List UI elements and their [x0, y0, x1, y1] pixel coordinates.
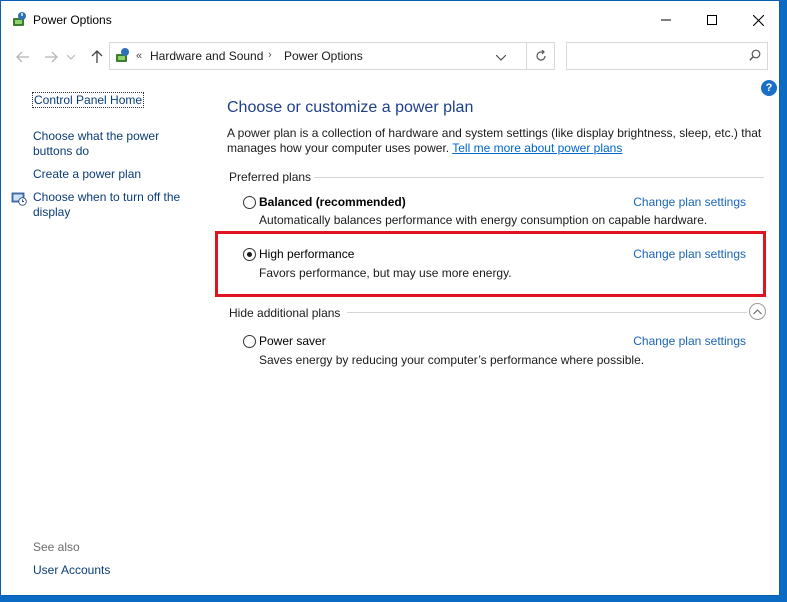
minimize-button[interactable] — [643, 1, 689, 39]
control-panel-icon — [114, 47, 132, 65]
maximize-button[interactable] — [689, 1, 735, 39]
refresh-button[interactable] — [526, 43, 555, 69]
user-accounts-link[interactable]: User Accounts — [33, 563, 110, 577]
navigation-bar: « Hardware and Sound › Power Options — [1, 39, 779, 73]
collapse-plans-button[interactable] — [749, 303, 766, 320]
high-performance-plan-name[interactable]: High performance — [259, 247, 354, 261]
up-arrow-icon — [91, 50, 103, 63]
high-performance-radio[interactable] — [243, 248, 256, 261]
recent-locations-button[interactable] — [65, 47, 77, 67]
choose-power-buttons-link[interactable]: Choose what the power buttons do — [33, 129, 193, 159]
address-dropdown-button[interactable] — [495, 50, 510, 64]
power-saver-radio[interactable] — [243, 335, 256, 348]
additional-plans-divider — [347, 312, 747, 313]
address-bar[interactable]: « Hardware and Sound › Power Options — [109, 42, 555, 70]
breadcrumb-hardware-and-sound[interactable]: Hardware and Sound — [150, 49, 263, 63]
forward-button[interactable] — [41, 47, 61, 67]
high-performance-highlight-box — [215, 231, 766, 297]
chevron-up-icon — [753, 308, 762, 314]
create-power-plan-link[interactable]: Create a power plan — [33, 167, 193, 182]
back-button[interactable] — [13, 47, 33, 67]
help-icon[interactable]: ? — [761, 80, 777, 96]
display-off-icon — [11, 190, 27, 206]
power-saver-change-settings-link[interactable]: Change plan settings — [633, 334, 746, 348]
chevron-down-icon — [67, 54, 75, 60]
high-performance-plan-description: Favors performance, but may use more ene… — [259, 266, 512, 280]
tell-me-more-link[interactable]: Tell me more about power plans — [452, 141, 622, 155]
page-description: A power plan is a collection of hardware… — [227, 126, 767, 156]
breadcrumb-separator[interactable]: › — [268, 49, 272, 61]
search-input[interactable] — [566, 42, 768, 70]
back-arrow-icon — [16, 51, 29, 63]
forward-arrow-icon — [45, 51, 58, 63]
page-title: Choose or customize a power plan — [227, 99, 474, 116]
close-button[interactable] — [735, 1, 779, 39]
refresh-icon — [536, 50, 546, 61]
power-saver-plan-name[interactable]: Power saver — [259, 334, 326, 348]
breadcrumb-overflow[interactable]: « — [136, 50, 142, 62]
maximize-icon — [707, 15, 717, 25]
balanced-change-settings-link[interactable]: Change plan settings — [633, 195, 746, 209]
choose-display-off-link[interactable]: Choose when to turn off the display — [33, 190, 193, 220]
preferred-plans-divider — [314, 177, 764, 178]
control-panel-home-link[interactable]: Control Panel Home — [32, 92, 145, 108]
see-also-label: See also — [33, 540, 80, 554]
balanced-plan-name[interactable]: Balanced (recommended) — [259, 195, 406, 209]
balanced-radio[interactable] — [243, 196, 256, 209]
hide-additional-plans-label[interactable]: Hide additional plans — [229, 306, 340, 320]
high-performance-change-settings-link[interactable]: Change plan settings — [633, 247, 746, 261]
search-icon — [749, 49, 761, 64]
breadcrumb-power-options[interactable]: Power Options — [284, 49, 363, 63]
minimize-icon — [661, 19, 671, 21]
chevron-down-icon — [495, 54, 507, 61]
power-options-window: Power Options « Hardware and Sound › Pow… — [0, 0, 780, 596]
power-saver-plan-description: Saves energy by reducing your computer’s… — [259, 353, 645, 367]
up-button[interactable] — [87, 47, 107, 67]
window-title: Power Options — [33, 13, 112, 27]
title-bar: Power Options — [1, 1, 779, 39]
power-options-app-icon — [11, 11, 29, 29]
balanced-plan-description: Automatically balances performance with … — [259, 213, 708, 227]
close-icon — [752, 14, 764, 26]
preferred-plans-label: Preferred plans — [229, 170, 312, 184]
